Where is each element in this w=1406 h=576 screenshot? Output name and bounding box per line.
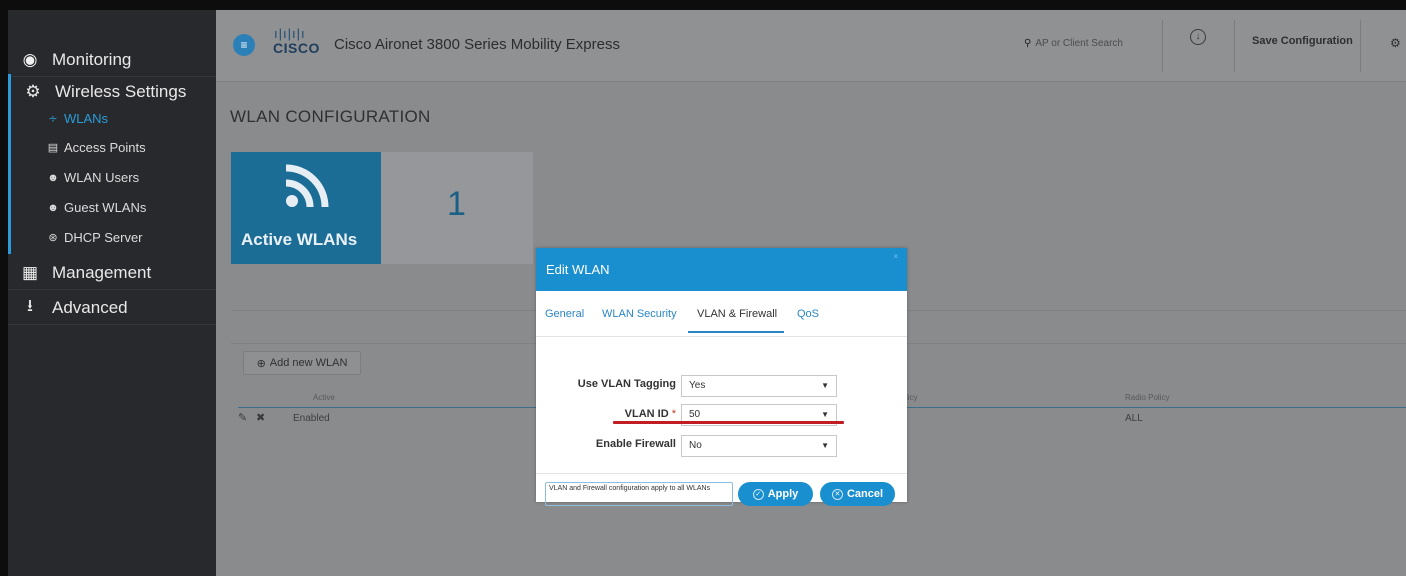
edit-wlan-modal: Edit WLAN × General WLAN Security VLAN &…	[536, 248, 907, 506]
info-note: VLAN and Firewall configuration apply to…	[545, 482, 733, 506]
vlan-tagging-label: Use VLAN Tagging	[577, 378, 676, 390]
sidebar-item-label: Monitoring	[52, 49, 132, 69]
save-configuration-button[interactable]: Save Configuration	[1252, 35, 1353, 47]
search-icon: ⚲	[1024, 38, 1032, 49]
sidebar-item-label: Guest WLANs	[64, 200, 147, 215]
sidebar-item-label: DHCP Server	[64, 230, 143, 245]
menu-icon[interactable]: ≡	[233, 34, 255, 56]
sidebar-item-label: WLAN Users	[64, 170, 140, 185]
search-placeholder: AP or Client Search	[1035, 38, 1123, 49]
column-header-radio-policy: Radio Policy	[1125, 393, 1170, 402]
sidebar-item-label: Access Points	[64, 140, 146, 155]
table-cell-radio-policy: ALL	[1125, 413, 1143, 424]
wifi-icon	[285, 164, 329, 208]
tab-wlan-security[interactable]: WLAN Security	[602, 308, 677, 320]
divider	[1360, 20, 1361, 72]
sidebar-item-wlan-users[interactable]: ☻ WLAN Users	[47, 170, 139, 185]
top-bar: ≡ ı|ı|ı|ı CISCO Cisco Aironet 3800 Serie…	[216, 10, 1406, 82]
column-header-policy: licy	[906, 393, 918, 402]
sidebar-group-wireless-settings: ⚙ Wireless Settings ∻ WLANs ▤ Access Poi…	[8, 74, 216, 254]
sidebar-item-dhcp-server[interactable]: ⊛ DHCP Server	[47, 230, 143, 245]
sidebar-item-label: Management	[52, 262, 152, 282]
download-icon[interactable]: ↓	[1190, 29, 1206, 45]
active-tab-indicator	[688, 331, 784, 333]
add-new-wlan-button[interactable]: ⊕ Add new WLAN	[243, 351, 361, 375]
sidebar-item-advanced[interactable]: ⭳ Advanced	[8, 291, 216, 325]
cisco-bars-icon: ı|ı|ı|ı	[274, 26, 306, 41]
enable-firewall-label: Enable Firewall	[595, 438, 676, 450]
sidebar-item-label: Advanced	[52, 297, 128, 317]
sitemap-icon: ▦	[21, 262, 39, 282]
users-icon: ☻	[47, 171, 59, 184]
divider	[536, 473, 907, 474]
cisco-logo: ı|ı|ı|ı CISCO	[273, 26, 320, 56]
gear-icon[interactable]: ⚙	[1390, 36, 1401, 50]
sidebar-item-label: Wireless Settings	[55, 82, 187, 101]
search-input[interactable]: ⚲ AP or Client Search	[1024, 38, 1123, 49]
page-title: WLAN CONFIGURATION	[230, 107, 431, 126]
chevron-down-icon: ▼	[821, 441, 829, 450]
cancel-button[interactable]: ✕ Cancel	[820, 482, 895, 506]
modal-header: Edit WLAN ×	[536, 248, 907, 291]
active-wlans-count-tile: 1	[381, 152, 533, 264]
modal-title: Edit WLAN	[546, 262, 610, 277]
tile-label: Active WLANs	[241, 230, 358, 249]
gear-icon: ⚙	[25, 82, 41, 101]
tab-qos[interactable]: QoS	[797, 308, 819, 320]
highlight-underline	[613, 421, 844, 424]
tab-vlan-firewall[interactable]: VLAN & Firewall	[697, 308, 777, 320]
app-title: Cisco Aironet 3800 Series Mobility Expre…	[334, 36, 620, 53]
vlan-id-label: VLAN ID *	[624, 408, 676, 420]
app-frame: ◉ Monitoring ⚙ Wireless Settings ∻ WLANs…	[8, 10, 1406, 576]
table-cell-active: Enabled	[293, 413, 330, 424]
users-icon: ☻	[47, 201, 59, 214]
access-point-icon: ▤	[47, 142, 59, 154]
sidebar-item-wireless-settings[interactable]: ⚙ Wireless Settings	[11, 82, 186, 102]
active-wlans-tile: Active WLANs	[231, 152, 381, 264]
sidebar-item-monitoring[interactable]: ◉ Monitoring	[8, 43, 216, 77]
vlan-tagging-select[interactable]: Yes ▼	[681, 375, 837, 397]
edit-icon[interactable]: ✎	[238, 411, 247, 424]
sidebar-item-guest-wlans[interactable]: ☻ Guest WLANs	[47, 200, 146, 215]
delete-icon[interactable]: ✖	[256, 411, 265, 424]
sidebar: ◉ Monitoring ⚙ Wireless Settings ∻ WLANs…	[8, 10, 216, 576]
sidebar-item-label: WLANs	[64, 111, 109, 126]
chevron-down-icon: ▼	[821, 381, 829, 390]
enable-firewall-select[interactable]: No ▼	[681, 435, 837, 457]
apply-button[interactable]: ✓ Apply	[738, 482, 813, 506]
tab-general[interactable]: General	[545, 308, 584, 320]
dhcp-icon: ⊛	[48, 232, 58, 244]
dashboard-icon: ◉	[22, 49, 38, 69]
divider	[1162, 20, 1163, 72]
check-icon: ✓	[752, 488, 764, 500]
column-header-active: Active	[313, 393, 335, 402]
close-icon[interactable]: ×	[893, 252, 898, 261]
close-icon: ✕	[831, 488, 843, 500]
wifi-icon: ∻	[48, 113, 58, 125]
download-icon: ⭳	[27, 296, 33, 315]
sidebar-item-management[interactable]: ▦ Management	[8, 256, 216, 290]
sidebar-item-access-points[interactable]: ▤ Access Points	[47, 140, 146, 155]
required-mark: *	[671, 408, 676, 420]
divider	[1234, 20, 1235, 72]
plus-circle-icon: ⊕	[256, 357, 266, 370]
active-wlans-count: 1	[447, 185, 466, 223]
sidebar-item-wlans[interactable]: ∻ WLANs	[47, 111, 108, 126]
